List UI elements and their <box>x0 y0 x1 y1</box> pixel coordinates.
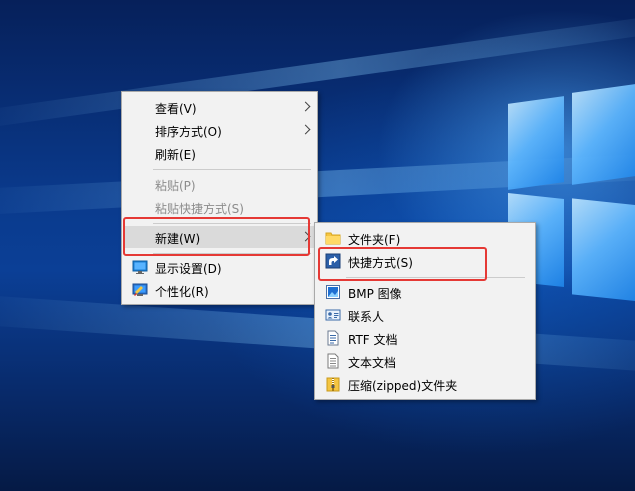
menu-item-sort-by-label: 排序方式(O) <box>155 125 222 139</box>
logo-pane-bottom-right <box>572 198 635 302</box>
menu-item-paste[interactable]: 粘贴(P) <box>124 173 315 195</box>
submenu-item-bmp-image[interactable]: BMP 图像 <box>317 281 533 303</box>
menu-item-display-settings[interactable]: 显示设置(D) <box>124 256 315 278</box>
chevron-right-icon <box>300 231 311 242</box>
personalize-icon <box>132 282 148 298</box>
folder-icon <box>325 230 341 246</box>
desktop-context-menu: 查看(V) 排序方式(O) 刷新(E) 粘贴(P) 粘贴快捷方式(S) 新建(W… <box>121 91 318 305</box>
menu-item-paste-label: 粘贴(P) <box>155 179 196 193</box>
new-submenu: 文件夹(F) 快捷方式(S) BMP 图像 联系人 RTF 文档 文本文档 压缩… <box>314 222 536 400</box>
submenu-item-text-document-label: 文本文档 <box>348 356 397 370</box>
logo-pane-top-right <box>572 83 635 185</box>
submenu-item-contact[interactable]: 联系人 <box>317 304 533 326</box>
menu-item-new[interactable]: 新建(W) <box>124 226 315 248</box>
contact-icon <box>325 307 341 323</box>
submenu-item-shortcut[interactable]: 快捷方式(S) <box>317 250 533 272</box>
rtf-document-icon <box>325 330 341 346</box>
menu-item-refresh[interactable]: 刷新(E) <box>124 142 315 164</box>
text-document-icon <box>325 353 341 369</box>
menu-separator <box>346 277 525 278</box>
submenu-item-folder[interactable]: 文件夹(F) <box>317 227 533 249</box>
chevron-right-icon <box>300 101 311 112</box>
submenu-item-zip-folder[interactable]: 压缩(zipped)文件夹 <box>317 373 533 395</box>
submenu-item-contact-label: 联系人 <box>348 310 385 324</box>
menu-item-paste-shortcut-label: 粘贴快捷方式(S) <box>155 202 244 216</box>
submenu-item-rtf-document[interactable]: RTF 文档 <box>317 327 533 349</box>
submenu-item-text-document[interactable]: 文本文档 <box>317 350 533 372</box>
menu-item-view-label: 查看(V) <box>155 102 197 116</box>
chevron-right-icon <box>300 124 311 135</box>
submenu-item-shortcut-label: 快捷方式(S) <box>348 256 413 270</box>
menu-item-new-label: 新建(W) <box>155 232 201 246</box>
menu-item-refresh-label: 刷新(E) <box>155 148 196 162</box>
menu-item-display-settings-label: 显示设置(D) <box>155 262 222 276</box>
menu-separator <box>153 253 311 254</box>
menu-item-personalize[interactable]: 个性化(R) <box>124 279 315 301</box>
logo-pane-top-left <box>508 96 564 190</box>
menu-item-view[interactable]: 查看(V) <box>124 96 315 118</box>
bmp-image-icon <box>325 284 341 300</box>
menu-item-paste-shortcut[interactable]: 粘贴快捷方式(S) <box>124 196 315 218</box>
menu-separator <box>153 169 311 170</box>
menu-separator <box>153 223 311 224</box>
display-settings-icon <box>132 259 148 275</box>
menu-item-personalize-label: 个性化(R) <box>155 285 209 299</box>
zip-folder-icon <box>325 376 341 392</box>
shortcut-icon <box>325 253 341 269</box>
submenu-item-rtf-document-label: RTF 文档 <box>348 333 398 347</box>
menu-item-sort-by[interactable]: 排序方式(O) <box>124 119 315 141</box>
submenu-item-zip-folder-label: 压缩(zipped)文件夹 <box>348 379 458 393</box>
submenu-item-folder-label: 文件夹(F) <box>348 233 401 247</box>
submenu-item-bmp-image-label: BMP 图像 <box>348 287 402 301</box>
